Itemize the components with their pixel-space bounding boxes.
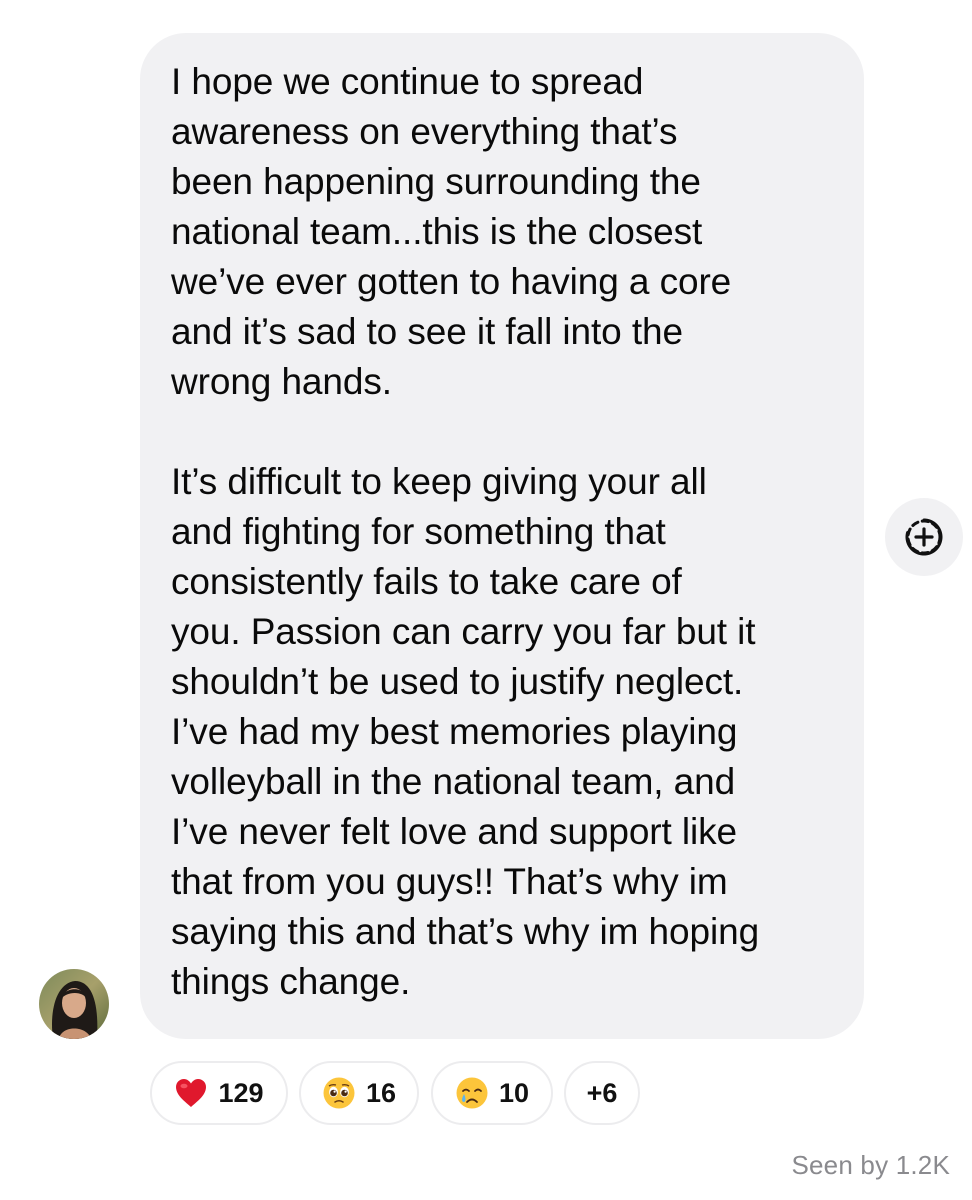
reaction-more[interactable]: +6	[564, 1061, 640, 1125]
reaction-heart[interactable]: 129	[150, 1061, 288, 1125]
reaction-more-count: +6	[586, 1077, 618, 1108]
message-paragraph-1: I hope we continue to spread awareness o…	[171, 61, 732, 402]
red-heart-emoji	[176, 1079, 207, 1107]
reaction-crying[interactable]: 10	[431, 1061, 553, 1125]
seen-by-label: Seen by 1.2K	[791, 1150, 950, 1180]
pleading-face-emoji	[323, 1077, 355, 1109]
profile-photo	[39, 969, 109, 1039]
message-paragraph-2: It’s difficult to keep giving your all a…	[171, 461, 760, 1002]
reaction-count: 129	[218, 1077, 264, 1108]
sender-avatar[interactable]	[39, 969, 109, 1039]
add-reaction-button[interactable]	[885, 498, 963, 576]
reaction-count: 16	[365, 1077, 397, 1108]
add-reaction-icon	[905, 518, 943, 556]
message-bubble[interactable]: I hope we continue to spread awareness o…	[140, 33, 864, 1039]
reaction-count: 10	[498, 1077, 530, 1108]
reaction-pleading[interactable]: 16	[299, 1061, 419, 1125]
crying-face-emoji	[456, 1077, 488, 1109]
